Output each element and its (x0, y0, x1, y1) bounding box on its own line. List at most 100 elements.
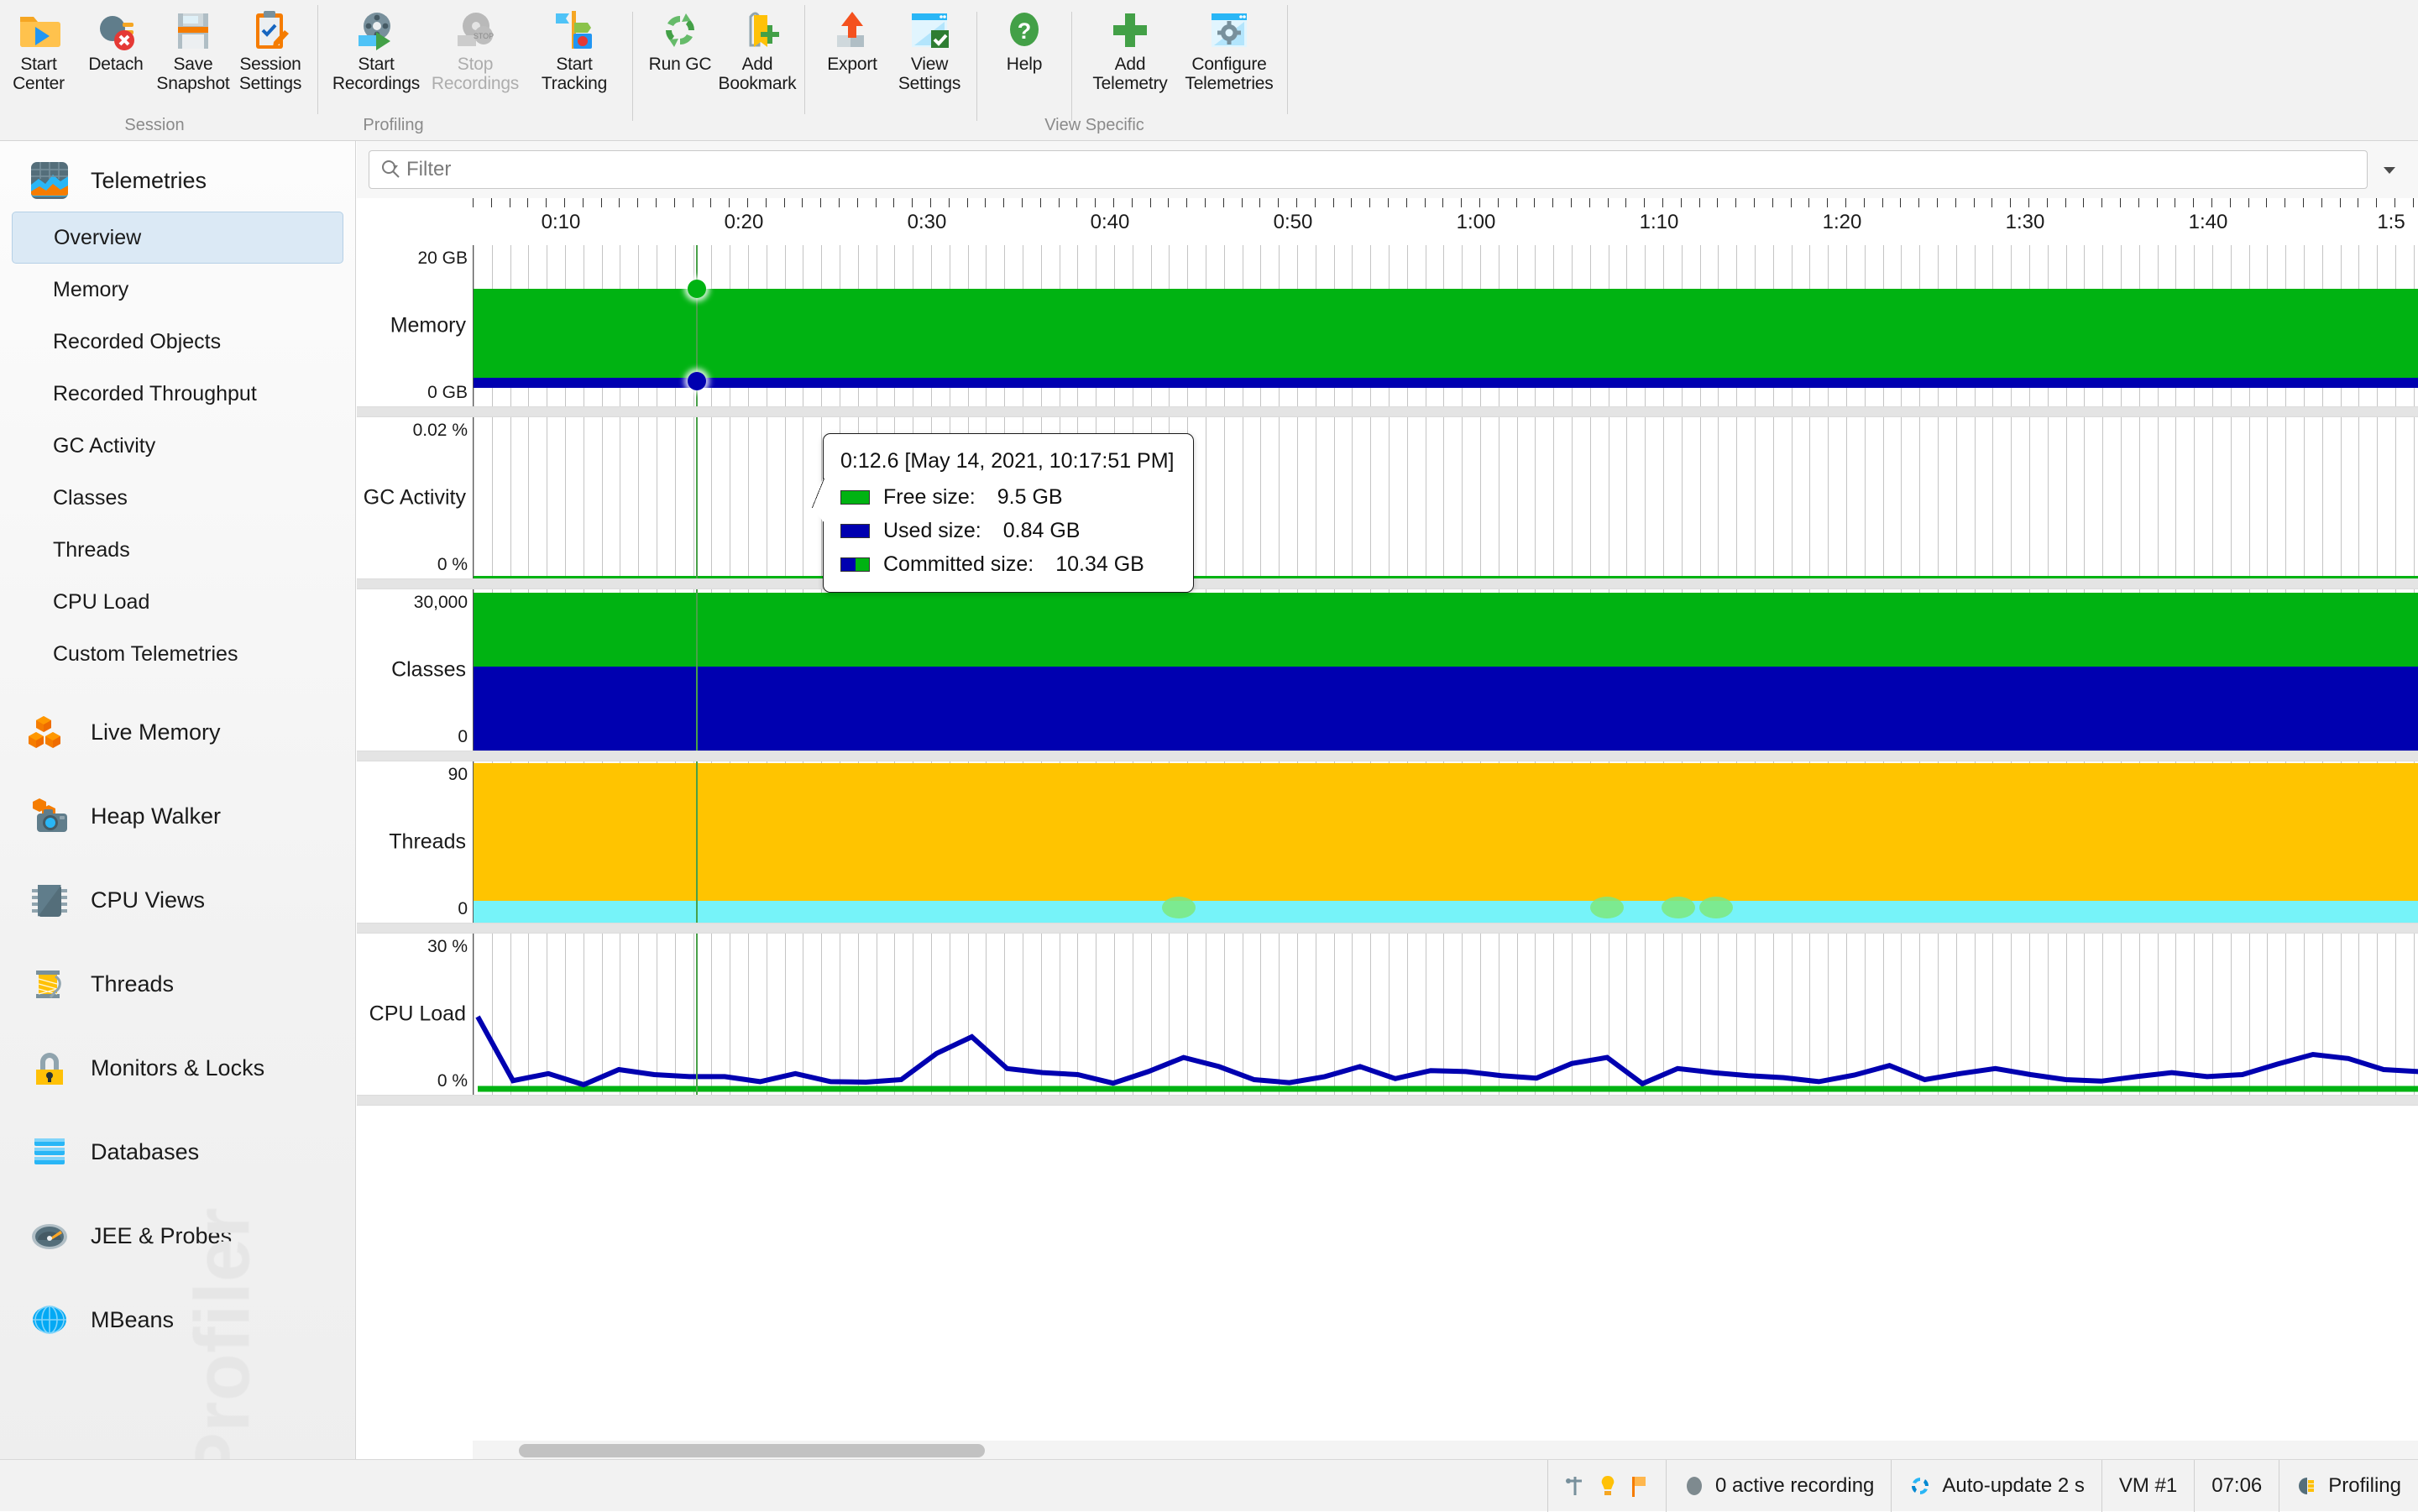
start-center-button[interactable]: Start Center (0, 7, 77, 93)
help-icon: ? (1002, 8, 1046, 52)
sidebar-item-cpu-load[interactable]: CPU Load (12, 576, 343, 628)
save-snapshot-button[interactable]: Save Snapshot (154, 7, 232, 93)
gc-activity-label-column: 0.02 % GC Activity 0 % (357, 417, 473, 578)
cursor-line (696, 761, 698, 923)
time-tick-label: 0:20 (725, 211, 764, 234)
sidebar-item-jee-probes[interactable]: JEE & Probes (0, 1194, 355, 1278)
cursor-line (696, 589, 698, 751)
profiling-mode-label: Profiling (2328, 1474, 2401, 1498)
threads-marker-1 (1162, 897, 1196, 918)
row-divider-4[interactable] (357, 923, 2418, 934)
status-active-recordings[interactable]: 0 active recording (1666, 1460, 1891, 1512)
row-divider-2[interactable] (357, 578, 2418, 589)
cursor-line (696, 417, 698, 578)
sidebar-item-monitors-locks[interactable]: Monitors & Locks (0, 1026, 355, 1110)
horizontal-scrollbar-thumb[interactable] (519, 1444, 985, 1457)
memory-row-title: Memory (357, 314, 466, 338)
add-bookmark-button[interactable]: Add Bookmark (719, 7, 796, 93)
profiling-mode-icon (2296, 1475, 2318, 1497)
classes-plot[interactable] (473, 589, 2418, 751)
filter-input-wrapper[interactable]: Filter (369, 150, 2368, 189)
status-auto-update[interactable]: Auto-update 2 s (1891, 1460, 2101, 1512)
sidebar-item-classes[interactable]: Classes (12, 472, 343, 524)
cpu-load-plot[interactable] (473, 934, 2418, 1095)
save-snapshot-label: Save Snapshot (156, 55, 230, 93)
sidebar-item-label: JEE & Probes (91, 1223, 232, 1249)
export-button[interactable]: Export (814, 7, 891, 74)
threads-marker-2 (1590, 897, 1624, 918)
start-recordings-icon (354, 8, 398, 52)
telemetry-row-cpu-load[interactable]: 30 % CPU Load 0 % (357, 934, 2418, 1095)
toolbar-divider-4 (976, 12, 977, 121)
filter-dropdown-button[interactable] (2373, 150, 2406, 189)
sidebar-item-databases[interactable]: Databases (0, 1110, 355, 1194)
used-size-swatch (840, 524, 870, 538)
sidebar-item-live-memory[interactable]: Live Memory (0, 690, 355, 774)
sidebar-item-mbeans[interactable]: MBeans (0, 1278, 355, 1362)
flag-icon[interactable] (1629, 1473, 1649, 1499)
used-size-label: Used size: (883, 519, 981, 543)
row-divider-3[interactable] (357, 751, 2418, 761)
svg-text:STOP: STOP (474, 32, 494, 40)
row-divider-5[interactable] (357, 1095, 2418, 1106)
start-recordings-label: Start Recordings (328, 55, 424, 93)
add-telemetry-button[interactable]: Add Telemetry (1081, 7, 1180, 93)
telemetry-row-threads[interactable]: 90 Threads 0 (357, 761, 2418, 923)
used-size-value: 0.84 GB (1003, 519, 1081, 543)
memory-free-cursor-dot (688, 280, 706, 298)
sidebar-item-memory[interactable]: Memory (12, 264, 343, 316)
add-bookmark-label: Add Bookmark (719, 55, 797, 93)
sidebar-item-label: Threads (53, 538, 130, 562)
threads-plot[interactable] (473, 761, 2418, 923)
add-telemetry-icon (1108, 8, 1152, 52)
threads-runnable-area (474, 901, 2418, 923)
status-vm[interactable]: VM #1 (2101, 1460, 2194, 1512)
live-memory-icon (29, 711, 71, 753)
threads-label-column: 90 Threads 0 (357, 761, 473, 923)
configure-telemetries-button[interactable]: Configure Telemetries (1180, 7, 1279, 93)
sidebar-item-gc-activity[interactable]: GC Activity (12, 420, 343, 472)
time-tick-label: 0:40 (1091, 211, 1130, 234)
committed-size-swatch (840, 557, 870, 572)
start-recordings-button[interactable]: Start Recordings (327, 7, 426, 93)
sidebar-item-heap-walker[interactable]: Heap Walker (0, 774, 355, 858)
sidebar-item-overview[interactable]: Overview (12, 212, 343, 264)
sidebar-item-threads[interactable]: Threads (0, 942, 355, 1026)
memory-used-cursor-dot (688, 372, 706, 390)
run-gc-button[interactable]: Run GC (641, 7, 719, 74)
search-icon (379, 159, 401, 180)
cpu-views-icon (29, 879, 71, 921)
telemetry-row-classes[interactable]: 30,000 Classes 0 (357, 589, 2418, 751)
help-button[interactable]: ? Help (986, 7, 1063, 74)
sidebar-item-label: Recorded Throughput (53, 382, 257, 406)
view-settings-button[interactable]: View Settings (891, 7, 968, 93)
sidebar-item-recorded-throughput[interactable]: Recorded Throughput (12, 368, 343, 420)
cpu-load-axis-max: 30 % (427, 937, 468, 957)
sidebar-item-cpu-views[interactable]: CPU Views (0, 858, 355, 942)
telemetry-row-gc-activity[interactable]: 0.02 % GC Activity 0 % (357, 417, 2418, 578)
start-tracking-button[interactable]: Start Tracking (525, 7, 624, 93)
session-settings-button[interactable]: Session Settings (232, 7, 309, 93)
filter-bar: Filter (357, 141, 2418, 198)
detach-button[interactable]: Detach (77, 7, 154, 74)
sidebar-item-label: Memory (53, 278, 128, 302)
gc-activity-plot[interactable] (473, 417, 2418, 578)
horizontal-scrollbar[interactable] (473, 1441, 2418, 1461)
sidebar-section-telemetries[interactable]: Telemetries (0, 154, 355, 207)
sidebar-item-label: Overview (54, 226, 141, 250)
thread-status-icon[interactable] (1565, 1473, 1587, 1499)
sidebar-sub-list: Overview Memory Recorded Objects Recorde… (0, 207, 355, 680)
sidebar-item-recorded-objects[interactable]: Recorded Objects (12, 316, 343, 368)
memory-plot[interactable] (473, 245, 2418, 406)
stop-recordings-icon: STOP (453, 8, 497, 52)
export-label: Export (827, 55, 877, 74)
status-profiling-mode[interactable]: Profiling (2279, 1460, 2418, 1512)
sidebar-item-threads[interactable]: Threads (12, 524, 343, 576)
row-divider-1[interactable] (357, 406, 2418, 417)
telemetry-row-memory[interactable]: 20 GB Memory 0 GB (357, 245, 2418, 406)
free-size-label: Free size: (883, 485, 976, 510)
sidebar-item-custom-telemetries[interactable]: Custom Telemetries (12, 628, 343, 680)
bulb-icon[interactable] (1599, 1473, 1617, 1499)
heap-walker-icon (29, 795, 71, 837)
memory-used-area (474, 378, 2418, 388)
